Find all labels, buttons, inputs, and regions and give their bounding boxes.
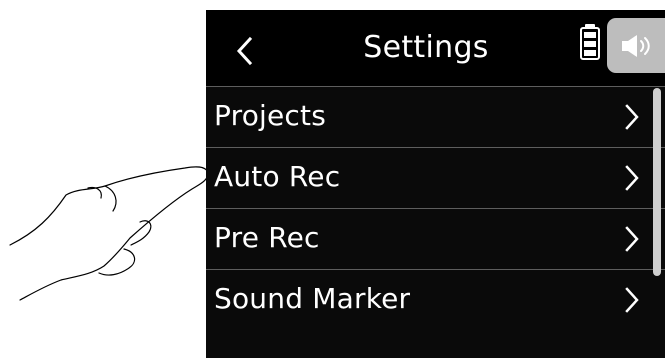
screenshot-canvas: Settings Projects Auto Rec Pre Rec Sound… xyxy=(0,0,665,358)
menu-item-label: Auto Rec xyxy=(214,160,341,193)
menu-item-pre-rec[interactable]: Pre Rec xyxy=(206,208,665,269)
menu-item-projects[interactable]: Projects xyxy=(206,86,665,147)
settings-menu-list: Projects Auto Rec Pre Rec Sound Marker xyxy=(206,86,665,330)
battery-icon xyxy=(580,24,600,60)
chevron-right-icon xyxy=(625,104,639,130)
menu-item-label: Sound Marker xyxy=(214,282,411,315)
pointing-hand-illustration xyxy=(9,166,209,301)
menu-item-sound-marker[interactable]: Sound Marker xyxy=(206,269,665,330)
scrollbar[interactable] xyxy=(653,88,661,276)
speaker-icon xyxy=(622,34,650,57)
menu-item-label: Projects xyxy=(214,99,326,132)
menu-item-label: Pre Rec xyxy=(214,221,320,254)
page-title: Settings xyxy=(363,30,489,65)
settings-header: Settings xyxy=(206,10,665,86)
chevron-right-icon xyxy=(625,226,639,252)
menu-item-auto-rec[interactable]: Auto Rec xyxy=(206,147,665,208)
back-button[interactable] xyxy=(222,28,268,74)
chevron-right-icon xyxy=(625,287,639,313)
speaker-button[interactable] xyxy=(607,18,665,73)
chevron-left-icon xyxy=(236,36,253,66)
chevron-right-icon xyxy=(625,165,639,191)
recorder-screen: Settings Projects Auto Rec Pre Rec Sound… xyxy=(206,10,665,358)
